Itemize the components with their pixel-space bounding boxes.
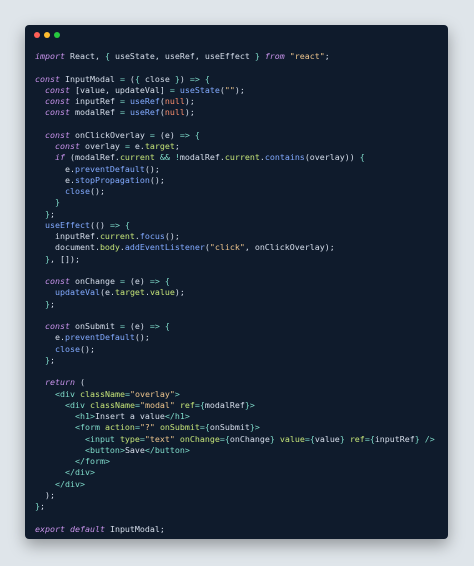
code-line: e.preventDefault(); bbox=[35, 163, 160, 174]
minimize-window-button[interactable] bbox=[44, 32, 50, 38]
code-line: if (modalRef.current && !modalRef.curren… bbox=[54, 152, 365, 163]
code-line: } bbox=[54, 197, 60, 208]
code-line: }; bbox=[35, 501, 45, 511]
code-line: <div className="modal" ref={modalRef}> bbox=[64, 399, 255, 410]
code-line: <input type="text" onChange={onChange} v… bbox=[84, 433, 435, 444]
code-line: const modalRef = useRef(null); bbox=[45, 107, 195, 118]
code-line: document.body.addEventListener("click", … bbox=[35, 242, 335, 253]
code-line: </div> bbox=[54, 478, 85, 489]
code-line: <form action="?" onSubmit={onSubmit}> bbox=[74, 422, 260, 433]
code-line: const onChange = (e) => { bbox=[45, 276, 170, 286]
code-line: <div className="overlay"> bbox=[54, 388, 180, 399]
code-line: const InputModal = ({ close }) => { bbox=[35, 73, 210, 84]
code-line: return ( bbox=[45, 377, 85, 388]
code-line: const onSubmit = (e) => { bbox=[45, 321, 170, 331]
code-line: }; bbox=[45, 208, 55, 219]
code-line: }; bbox=[45, 354, 55, 365]
code-line: ); bbox=[35, 489, 55, 500]
code-line: close(); bbox=[54, 343, 95, 354]
code-line: }, []); bbox=[45, 253, 80, 264]
code-line: useEffect(() => { bbox=[45, 219, 130, 230]
code-line: </form> bbox=[74, 456, 110, 466]
code-line: const inputRef = useRef(null); bbox=[45, 96, 195, 106]
code-block: import React, { useState, useRef, useEff… bbox=[35, 51, 435, 535]
code-line: import React, { useState, useRef, useEff… bbox=[35, 51, 330, 61]
window-titlebar bbox=[25, 25, 448, 47]
code-line: export default InputModal; bbox=[35, 523, 165, 534]
code-line: }; bbox=[45, 298, 55, 309]
code-line: e.preventDefault(); bbox=[35, 332, 150, 343]
code-line: const [value, updateVal] = useState(""); bbox=[45, 84, 245, 95]
code-line: updateVal(e.target.value); bbox=[54, 287, 185, 298]
code-line: close(); bbox=[64, 186, 105, 196]
code-line: </div> bbox=[64, 467, 95, 478]
code-line: const onClickOverlay = (e) => { bbox=[45, 129, 200, 140]
code-line: <button>Save</button> bbox=[84, 444, 190, 455]
code-line: e.stopPropagation(); bbox=[35, 174, 165, 185]
code-line: <h1>Insert a value</h1> bbox=[74, 411, 190, 421]
maximize-window-button[interactable] bbox=[54, 32, 60, 38]
close-window-button[interactable] bbox=[34, 32, 40, 38]
code-line: const overlay = e.target; bbox=[54, 141, 180, 151]
code-line: inputRef.current.focus(); bbox=[35, 231, 180, 241]
code-window: import React, { useState, useRef, useEff… bbox=[25, 25, 448, 539]
